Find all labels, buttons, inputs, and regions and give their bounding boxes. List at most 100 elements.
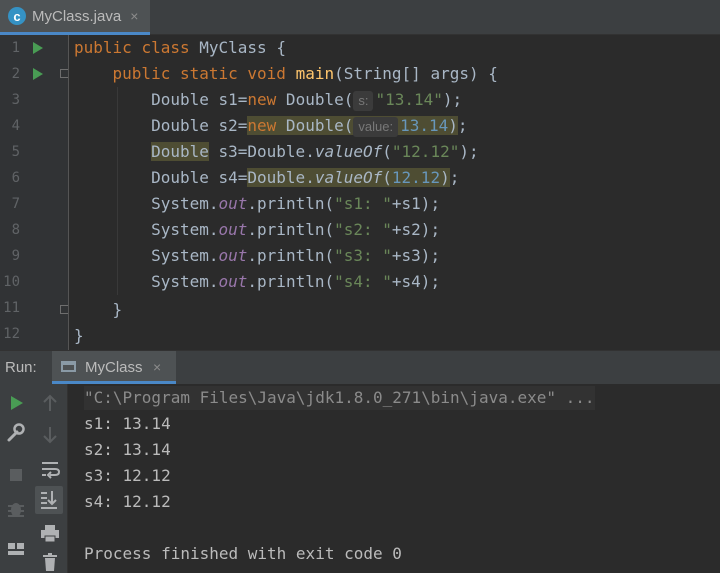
code-line-1[interactable]: public class MyClass { (74, 35, 286, 61)
code-text: System. (151, 272, 219, 291)
line-number: 3 (11, 92, 20, 108)
parameter-hint: s: (353, 91, 374, 111)
keyword: public (112, 64, 171, 83)
code-line-6[interactable]: Double s4=Double.valueOf(12.12));; (74, 165, 459, 191)
class-declaration: MyClass { (199, 38, 286, 57)
keyword: public (74, 38, 132, 57)
code-text: Double s4= (151, 168, 248, 187)
number-literal: 13.14 (400, 116, 449, 135)
method-name: main (295, 64, 335, 83)
code-text: .println( (247, 220, 335, 239)
code-line-3[interactable]: Double s1=new Double(s: "13.14"); (74, 87, 462, 113)
keyword: void (247, 64, 286, 83)
method-params: (String[] args) { (334, 64, 498, 83)
console-command-line: "C:\Program Files\Java\jdk1.8.0_271\bin\… (84, 386, 595, 410)
run-actions-strip (0, 384, 32, 573)
keyword: new (247, 90, 277, 109)
trash-icon[interactable] (36, 552, 64, 572)
code-text: Double (151, 142, 209, 161)
code-line-8[interactable]: System.out.println("s2: "+s2); (74, 217, 440, 243)
code-text: Double( (276, 90, 354, 109)
close-icon[interactable]: × (130, 8, 138, 24)
run-tab-label: MyClass (85, 359, 143, 376)
code-text: .println( (247, 246, 335, 265)
console-line: s3: 12.12 (84, 466, 171, 485)
scroll-to-end-toggle[interactable] (35, 486, 63, 514)
code-text: s3=Double. (208, 142, 315, 161)
tab-label: MyClass.java (32, 7, 122, 25)
layout-icon[interactable] (2, 539, 30, 559)
editor-gutter: 1 2 3 4 5 6 7 8 9 10 11 12 (0, 35, 69, 350)
parameter-hint: value: (353, 117, 399, 137)
line-number: 1 (11, 40, 20, 56)
string-literal: "13.14" (375, 90, 443, 109)
static-field: out (218, 246, 248, 265)
console-icon (61, 361, 76, 372)
code-text: .println( (247, 194, 335, 213)
code-line-2[interactable]: public static void main(String[] args) { (74, 61, 498, 87)
console-line: s1: 13.14 (84, 414, 171, 433)
tab-run-myclass[interactable]: MyClass × (52, 351, 176, 384)
code-line-4[interactable]: Double s2=new Double(value:13.14));; (74, 113, 468, 139)
code-text: Double. (247, 168, 315, 187)
line-number: 12 (3, 326, 20, 342)
run-toolbar: Run: MyClass × (0, 350, 720, 384)
line-number: 5 (11, 144, 20, 160)
wrench-icon[interactable] (2, 422, 30, 444)
stop-icon[interactable] (2, 464, 30, 486)
console-line: s4: 12.12 (84, 492, 171, 511)
code-text: Double s2= (151, 116, 248, 135)
editor-tab-bar: c MyClass.java × (0, 0, 720, 35)
console-exit-message: Process finished with exit code 0 (84, 544, 402, 563)
close-icon[interactable]: × (153, 359, 161, 375)
arrow-down-icon[interactable] (36, 424, 64, 446)
code-line-11[interactable]: } (74, 297, 123, 323)
line-number: 7 (11, 196, 20, 212)
code-text: System. (151, 220, 219, 239)
line-number: 4 (11, 118, 20, 134)
code-text: +s1); (391, 194, 441, 213)
line-number: 2 (11, 66, 20, 82)
code-text: Double( (276, 116, 354, 135)
arrow-up-icon[interactable] (36, 392, 64, 414)
string-literal: "s2: " (334, 220, 392, 239)
string-literal: "12.12" (391, 142, 460, 161)
method-name: valueOf (314, 168, 383, 187)
code-text: Double s1= (151, 90, 248, 109)
print-icon[interactable] (36, 522, 64, 544)
code-text: ); (442, 90, 463, 109)
code-line-12[interactable]: } (74, 323, 84, 349)
line-number: 9 (11, 248, 20, 264)
code-line-5[interactable]: Double s3=Double.valueOf("12.12"); (74, 139, 479, 165)
static-field: out (218, 272, 248, 291)
run-main-icon[interactable] (33, 68, 43, 80)
static-field: out (218, 220, 248, 239)
run-class-icon[interactable] (33, 42, 43, 54)
line-number: 8 (11, 222, 20, 238)
code-text: ( (382, 142, 392, 161)
string-literal: "s4: " (334, 272, 392, 291)
code-text: .println( (247, 272, 335, 291)
play-icon[interactable] (2, 392, 30, 414)
string-literal: "s1: " (334, 194, 392, 213)
code-text: +s2); (391, 220, 441, 239)
bug-icon[interactable] (2, 497, 30, 521)
code-line-10[interactable]: System.out.println("s4: "+s4); (74, 269, 440, 295)
soft-wrap-icon[interactable] (36, 458, 64, 480)
tab-myclass-java[interactable]: c MyClass.java × (0, 0, 150, 35)
scroll-to-end-icon (41, 491, 57, 509)
line-number: 10 (3, 274, 20, 290)
closing-brace: } (112, 300, 123, 319)
code-text: ( (382, 168, 392, 187)
keyword: class (141, 38, 190, 57)
number-literal: 12.12 (391, 168, 441, 187)
code-line-7[interactable]: System.out.println("s1: "+s1); (74, 191, 440, 217)
console-actions-strip (32, 384, 68, 573)
closing-brace: } (74, 326, 84, 345)
method-name: valueOf (314, 142, 383, 161)
code-text: System. (151, 246, 219, 265)
string-literal: "s3: " (334, 246, 392, 265)
java-class-icon: c (8, 7, 26, 25)
keyword: static (179, 64, 238, 83)
code-line-9[interactable]: System.out.println("s3: "+s3); (74, 243, 440, 269)
